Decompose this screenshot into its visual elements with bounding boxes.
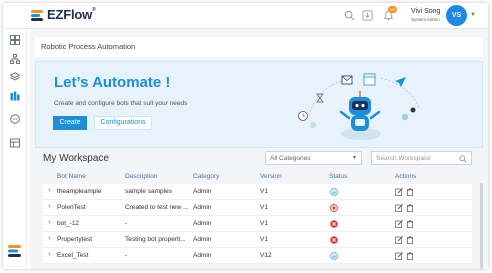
chevron-down-icon[interactable]: ▼ (470, 12, 476, 18)
delete-icon[interactable] (406, 252, 414, 260)
bot-version: V1 (260, 220, 268, 227)
create-button[interactable]: Create (53, 116, 87, 130)
category-select[interactable]: All Categories ▼ (265, 151, 362, 165)
chat-icon[interactable] (10, 114, 20, 124)
user-role: System Admin (411, 17, 440, 22)
status-stopped-icon (330, 204, 338, 212)
avatar[interactable]: VS (446, 5, 467, 26)
bot-description: - (125, 220, 128, 227)
notification-badge: 99 (388, 6, 397, 13)
bot-version: V1 (260, 188, 268, 195)
workspace-title: My Workspace (43, 153, 109, 164)
col-category[interactable]: Category (193, 173, 219, 180)
hero-title: Let’s Automate ! (54, 74, 171, 91)
status-pending-icon (330, 252, 338, 260)
inbox-icon[interactable] (362, 10, 373, 21)
bot-name[interactable]: bot_-12 (57, 220, 79, 227)
layers-icon[interactable] (10, 72, 20, 82)
col-description[interactable]: Description (125, 173, 158, 180)
table-row[interactable]: › theampleample sample samples Admin V1 (43, 184, 472, 200)
bot-name[interactable]: Propertytest (57, 236, 92, 243)
bot-category: Admin (193, 220, 212, 227)
logo-text: EZFlow® (47, 7, 96, 22)
bot-version: V1 (260, 236, 268, 243)
workspace-search-input[interactable]: Search Workspace (371, 151, 472, 165)
table-row[interactable]: › PolenTest Created to test new ... Admin V1 (43, 200, 472, 216)
bot-name[interactable]: Excel_Test (57, 252, 88, 259)
report-icon[interactable] (10, 138, 20, 148)
chevron-down-icon: ▼ (352, 155, 357, 161)
page-title: Robotic Process Automation (35, 37, 483, 57)
delete-icon[interactable] (406, 188, 414, 196)
hero-banner: Let’s Automate ! Create and configure bo… (35, 61, 483, 148)
expand-row-icon[interactable]: › (48, 251, 50, 258)
bot-description: - (125, 252, 128, 259)
status-error-icon (330, 220, 338, 228)
bot-name[interactable]: PolenTest (57, 204, 86, 211)
table-header: Bot Name Description Category Version St… (43, 170, 472, 184)
search-placeholder: Search Workspace (376, 155, 431, 162)
rpa-active-icon[interactable] (10, 91, 20, 101)
edit-icon[interactable] (395, 252, 403, 260)
sidebar (3, 29, 27, 269)
expand-row-icon[interactable]: › (48, 187, 50, 194)
status-pending-icon (330, 188, 338, 196)
dashboard-icon[interactable] (10, 35, 20, 45)
search-icon (459, 155, 467, 163)
status-error-icon (330, 236, 338, 244)
bot-name[interactable]: theampleample (57, 188, 101, 195)
search-icon[interactable] (344, 10, 355, 21)
user-name: Vivi Song (411, 8, 441, 15)
bot-version: V12 (260, 252, 272, 259)
delete-icon[interactable] (406, 204, 414, 212)
edit-icon[interactable] (395, 220, 403, 228)
app-window: EZFlow® 99 Vivi Song System Admin VS ▼ R… (3, 3, 488, 269)
table-row[interactable]: › bot_-12 - Admin V1 (43, 216, 472, 232)
expand-row-icon[interactable]: › (48, 203, 50, 210)
app-logo[interactable]: EZFlow® (31, 7, 96, 22)
col-actions: Actions (395, 173, 417, 180)
table-scrollbar[interactable] (480, 183, 483, 269)
delete-icon[interactable] (406, 220, 414, 228)
table-row[interactable]: › Propertytest Testing bot properti... Admi… (43, 232, 472, 248)
bot-category: Admin (193, 204, 212, 211)
edit-icon[interactable] (395, 188, 403, 196)
robot-illustration (298, 73, 420, 140)
col-bot-name[interactable]: Bot Name (57, 173, 86, 180)
hero-subtitle: Create and configure bots that suit your… (54, 100, 188, 107)
bot-description: sample samples (125, 188, 172, 195)
flow-icon[interactable] (10, 54, 20, 64)
table-row[interactable]: › Excel_Test - Admin V12 (43, 248, 472, 264)
workspace-table: Bot Name Description Category Version St… (43, 170, 472, 264)
expand-row-icon[interactable]: › (48, 219, 50, 226)
ezflow-logo-icon (8, 245, 21, 257)
delete-icon[interactable] (406, 236, 414, 244)
col-version[interactable]: Version (260, 173, 282, 180)
expand-row-icon[interactable]: › (48, 235, 50, 242)
bot-description: Created to test new ... (125, 204, 189, 211)
configurations-button[interactable]: Configurations (94, 116, 152, 130)
bot-category: Admin (193, 188, 212, 195)
bot-category: Admin (193, 252, 212, 259)
bot-description: Testing bot properti... (125, 236, 186, 243)
col-status[interactable]: Status (329, 173, 347, 180)
category-select-value: All Categories (270, 155, 311, 162)
bot-version: V1 (260, 204, 268, 211)
edit-icon[interactable] (395, 236, 403, 244)
top-bar: EZFlow® 99 Vivi Song System Admin VS ▼ (3, 3, 488, 29)
main-content: Robotic Process Automation Let’s Automat… (30, 29, 488, 269)
bot-category: Admin (193, 236, 212, 243)
ezflow-logo-icon (31, 8, 45, 22)
edit-icon[interactable] (395, 204, 403, 212)
